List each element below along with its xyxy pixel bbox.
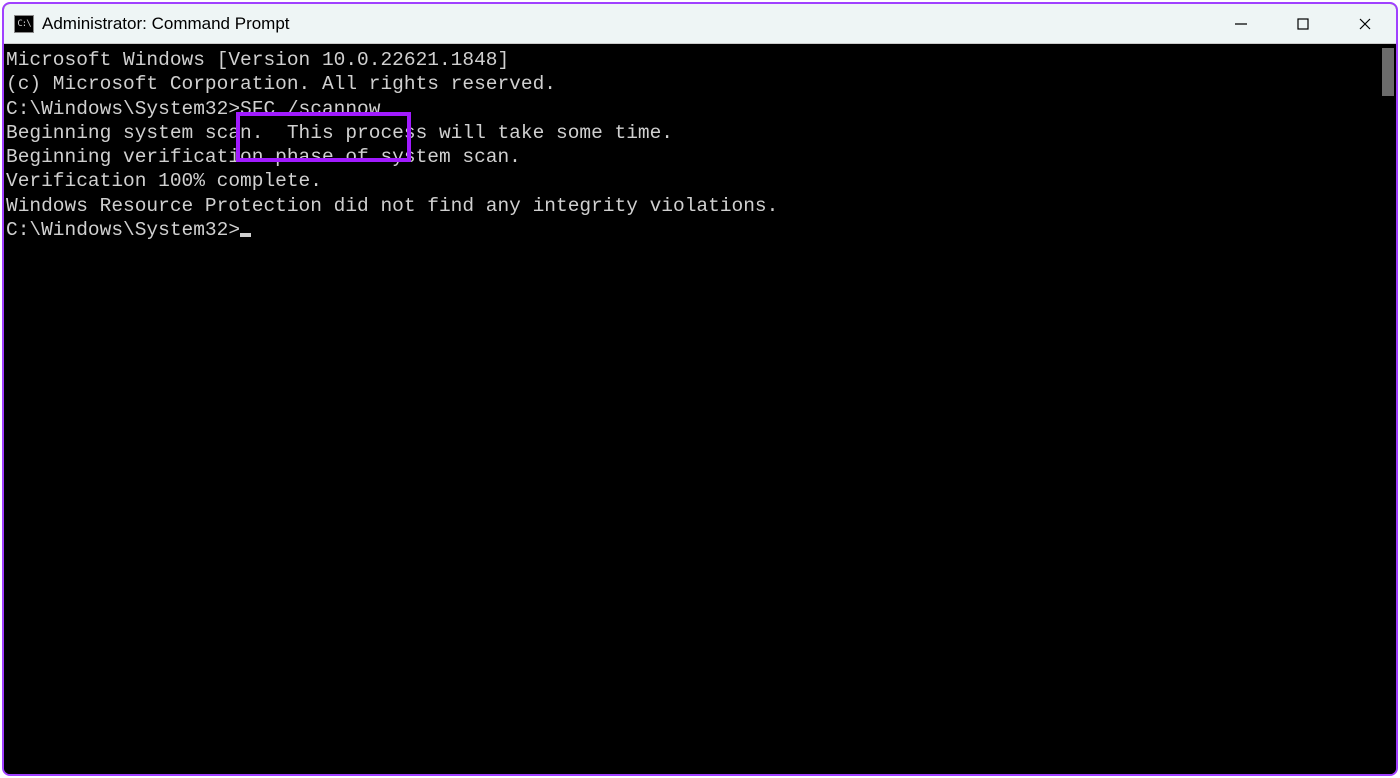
close-icon <box>1358 17 1372 31</box>
cursor <box>240 233 251 237</box>
terminal-line: (c) Microsoft Corporation. All rights re… <box>6 72 1378 96</box>
titlebar[interactable]: C:\ Administrator: Command Prompt <box>4 4 1396 44</box>
terminal-line: C:\Windows\System32> <box>6 218 1378 242</box>
terminal-output[interactable]: Microsoft Windows [Version 10.0.22621.18… <box>4 44 1380 774</box>
terminal-line: Microsoft Windows [Version 10.0.22621.18… <box>6 48 1378 72</box>
cmd-icon: C:\ <box>14 15 34 33</box>
minimize-icon <box>1234 17 1248 31</box>
scrollbar[interactable] <box>1380 44 1396 774</box>
client-area: Microsoft Windows [Version 10.0.22621.18… <box>4 44 1396 774</box>
terminal-line: Windows Resource Protection did not find… <box>6 194 1378 218</box>
terminal-line: Beginning system scan. This process will… <box>6 121 1378 145</box>
minimize-button[interactable] <box>1210 4 1272 43</box>
command-prompt-window: C:\ Administrator: Command Prompt Micros… <box>2 2 1398 776</box>
terminal-line: C:\Windows\System32>SFC /scannow <box>6 97 1378 121</box>
terminal-line: Verification 100% complete. <box>6 169 1378 193</box>
scrollbar-thumb[interactable] <box>1382 48 1394 96</box>
terminal-line: Beginning verification phase of system s… <box>6 145 1378 169</box>
window-controls <box>1210 4 1396 43</box>
close-button[interactable] <box>1334 4 1396 43</box>
window-title: Administrator: Command Prompt <box>42 14 290 34</box>
maximize-icon <box>1296 17 1310 31</box>
maximize-button[interactable] <box>1272 4 1334 43</box>
